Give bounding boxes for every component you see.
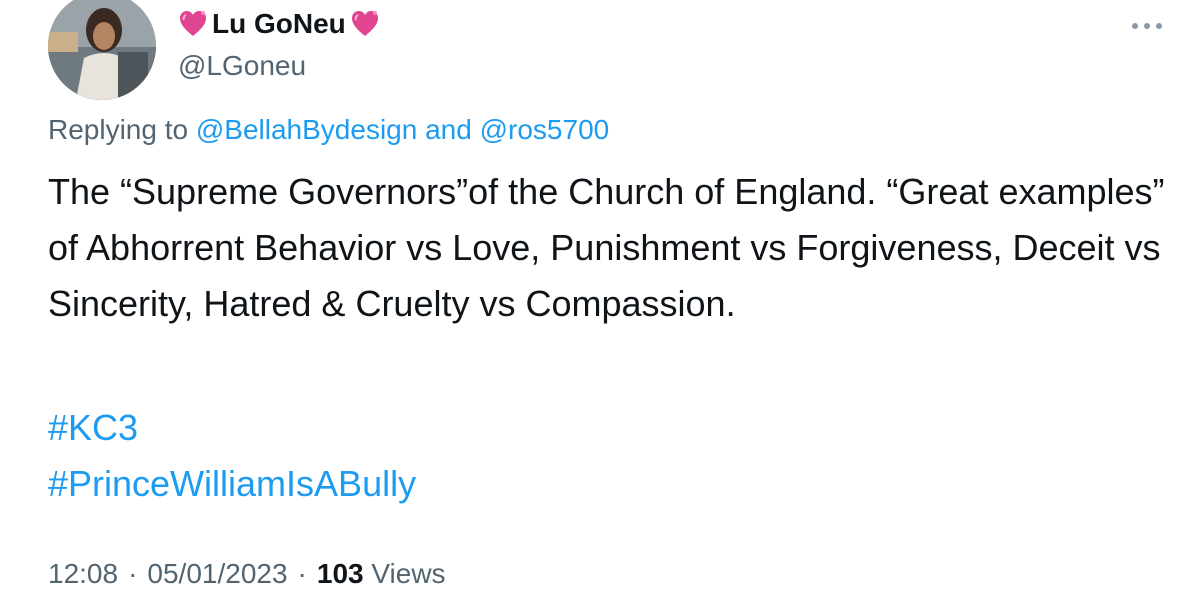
more-dot	[1144, 23, 1150, 29]
sparkling-heart-icon	[350, 9, 380, 39]
more-dot	[1132, 23, 1138, 29]
reply-mention-link[interactable]: @ros5700	[480, 114, 610, 145]
view-count: 103	[316, 558, 364, 589]
reply-mention-link[interactable]: @BellahBydesign	[196, 114, 417, 145]
tweet-meta: 12:08 · 05/01/2023 · 103 Views	[48, 558, 446, 590]
tweet: Lu GoNeu @LGoneu Replying to @BellahByde…	[0, 0, 1200, 608]
replying-to: Replying to @BellahBydesign and @ros5700	[48, 114, 609, 146]
more-options-icon[interactable]	[1132, 18, 1162, 34]
user-handle[interactable]: @LGoneu	[178, 50, 380, 82]
views: 103 Views	[317, 558, 446, 590]
avatar[interactable]	[48, 0, 156, 100]
tweet-date[interactable]: 05/01/2023	[147, 558, 287, 590]
display-name[interactable]: Lu GoNeu	[212, 8, 346, 40]
user-names: Lu GoNeu @LGoneu	[178, 4, 380, 82]
tweet-text: The “Supreme Governors”of the Church of …	[48, 171, 1165, 324]
replying-prefix: Replying to	[48, 114, 189, 145]
hashtag-link[interactable]: #KC3	[48, 400, 138, 456]
tweet-time[interactable]: 12:08	[48, 558, 118, 590]
reply-and-text: and	[425, 114, 472, 145]
display-name-row[interactable]: Lu GoNeu	[178, 4, 380, 44]
more-dot	[1156, 23, 1162, 29]
hashtag-link[interactable]: #PrinceWilliamIsABully	[48, 456, 416, 512]
meta-separator: ·	[128, 558, 138, 589]
views-label: Views	[371, 558, 446, 589]
meta-separator: ·	[297, 558, 307, 589]
sparkling-heart-icon	[178, 9, 208, 39]
